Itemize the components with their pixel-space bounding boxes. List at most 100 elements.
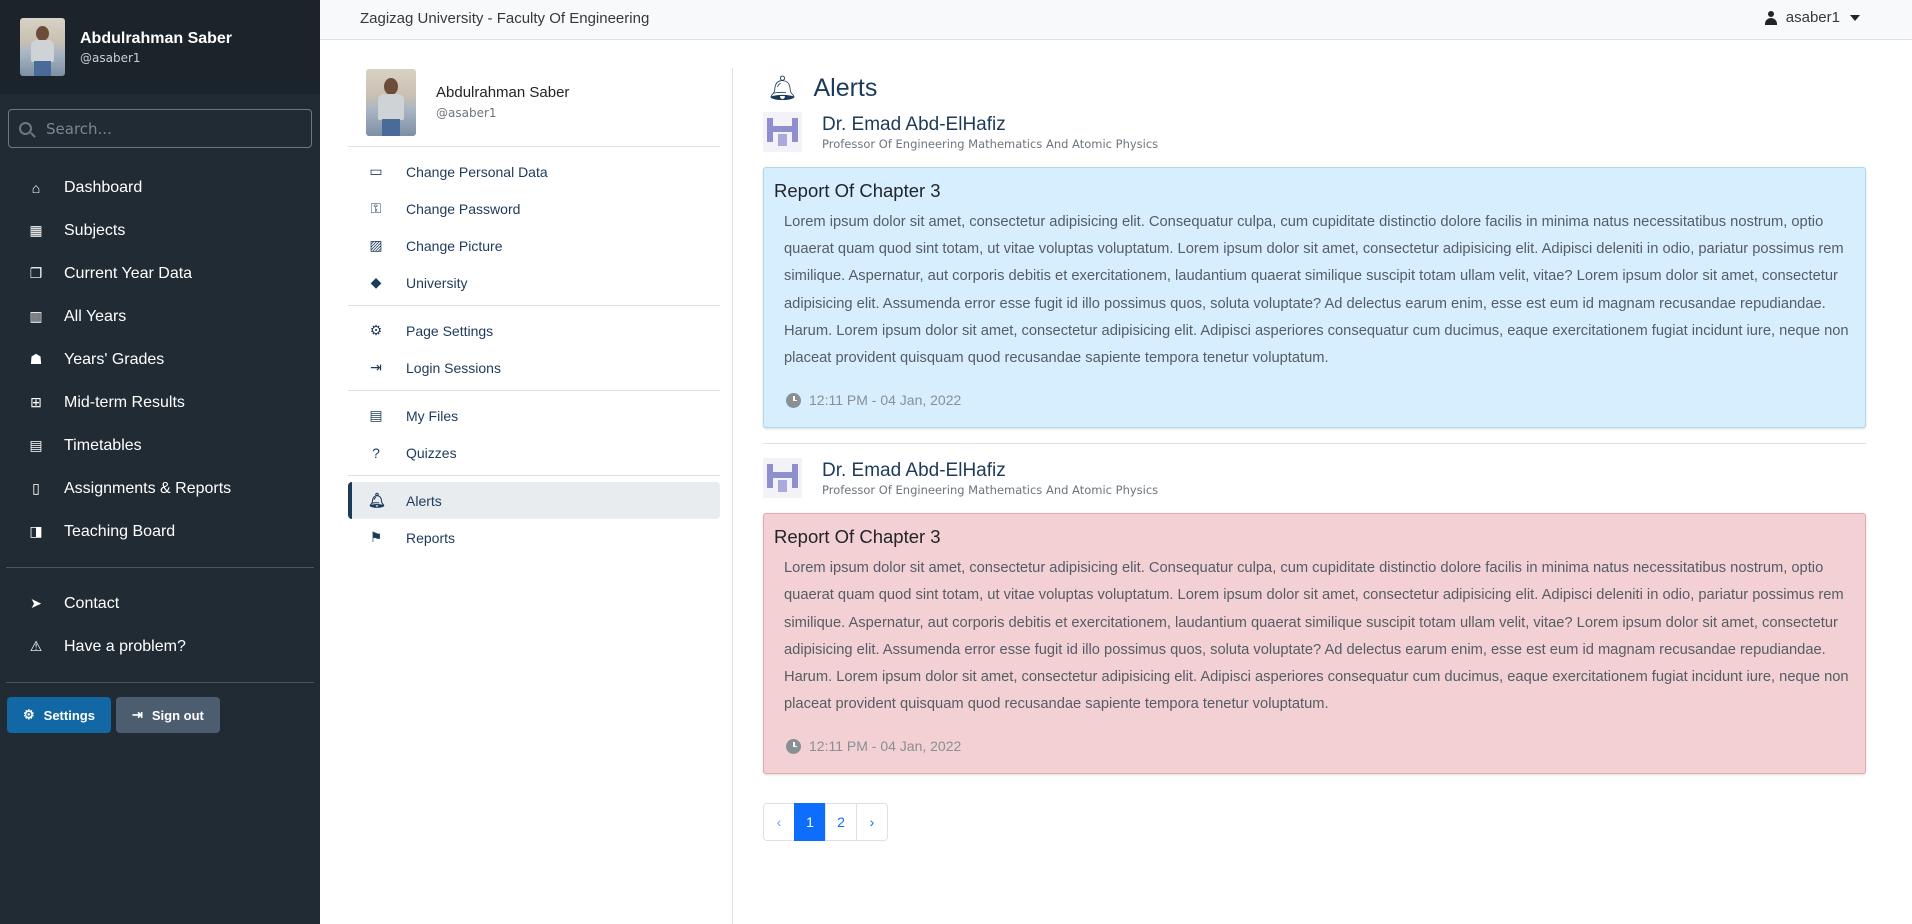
menu-item-change-personal-data[interactable]: ▭ Change Personal Data xyxy=(348,153,720,190)
sign-in-icon: ⇥ xyxy=(370,359,382,375)
sidebar-item-label: Contact xyxy=(64,594,120,612)
alert-card: Report Of Chapter 3 Lorem ipsum dolor si… xyxy=(763,513,1866,775)
sidebar-item-label: Subjects xyxy=(64,221,126,239)
sidebar-item-current-year-data[interactable]: ❐ Current Year Data xyxy=(0,252,320,295)
sidebar-divider xyxy=(6,682,314,683)
graduation-cap-icon: ◆ xyxy=(370,274,382,290)
alert-body: Lorem ipsum dolor sit amet, consectetur … xyxy=(784,214,1849,367)
menu-item-login-sessions[interactable]: ⇥ Login Sessions xyxy=(348,349,720,386)
clock-icon xyxy=(786,392,801,408)
alert-sender: Dr. Emad Abd-ElHafiz Professor Of Engine… xyxy=(763,456,1866,500)
column-divider xyxy=(732,68,733,924)
sender-name[interactable]: Dr. Emad Abd-ElHafiz xyxy=(822,460,1158,482)
sidebar-item-label: Dashboard xyxy=(64,178,143,196)
bell-icon: 🔔︎ xyxy=(767,74,798,102)
university-name: Zagizag University - Faculty Of Engineer… xyxy=(360,10,650,27)
settings-menu: Abdulrahman Saber @asaber1 ▭ Change Perso… xyxy=(348,58,720,560)
sidebar-divider xyxy=(6,567,314,568)
paper-plane-icon: ➤ xyxy=(30,595,42,611)
avatar[interactable] xyxy=(20,18,65,76)
sidebar-secondary-nav: ➤ Contact ⚠ Have a problem? xyxy=(0,582,320,668)
sender-logo xyxy=(763,112,802,152)
menu-item-page-settings[interactable]: ⚙ Page Settings xyxy=(348,312,720,349)
sidebar-item-label: Mid-term Results xyxy=(64,393,185,411)
sidebar-item-all-years[interactable]: ▥ All Years xyxy=(0,295,320,338)
settings-group-files: ▤ My Files ? Quizzes xyxy=(348,391,720,476)
user-icon xyxy=(1764,10,1777,25)
alert-timestamp: 12:11 PM - 04 Jan, 2022 xyxy=(809,392,962,409)
settings-button-label: Settings xyxy=(43,707,95,723)
avatar xyxy=(366,68,416,136)
copy-icon: ❐ xyxy=(29,265,43,281)
menu-item-alerts[interactable]: 🔔︎ Alerts xyxy=(348,482,720,519)
alert-heading: Report Of Chapter 3 xyxy=(774,180,941,201)
settings-user-name: Abdulrahman Saber xyxy=(436,84,570,101)
home-icon: ⌂ xyxy=(31,179,41,196)
sidebar-user: Abdulrahman Saber @asaber1 xyxy=(0,0,320,94)
settings-group-notifications: 🔔︎ Alerts ⚑ Reports xyxy=(348,476,720,560)
sidebar-item-years-grades[interactable]: ☗ Years' Grades xyxy=(0,338,320,381)
menu-item-change-picture[interactable]: ▨ Change Picture xyxy=(348,227,720,264)
building-icon: ▥ xyxy=(29,308,43,324)
chevron-down-icon xyxy=(1850,14,1860,21)
search-input[interactable] xyxy=(46,119,296,138)
top-bar: Zagizag University - Faculty Of Engineer… xyxy=(320,0,1912,40)
sidebar-item-teaching-board[interactable]: ◨ Teaching Board xyxy=(0,510,320,553)
sender-name[interactable]: Dr. Emad Abd-ElHafiz xyxy=(822,114,1158,136)
image-icon: ▨ xyxy=(369,237,383,253)
menu-item-quizzes[interactable]: ? Quizzes xyxy=(348,434,720,471)
warning-icon: ⚠ xyxy=(29,638,43,654)
sidebar-nav: ⌂ Dashboard ▦ Subjects ❐ Current Year Data … xyxy=(0,166,320,553)
sign-out-button[interactable]: ⇥ Sign out xyxy=(115,697,220,733)
pagination-prev[interactable]: ‹ xyxy=(763,803,795,842)
alerts-header: 🔔︎ Alerts xyxy=(763,68,1866,108)
table-icon: ▤ xyxy=(29,437,43,453)
user-menu[interactable]: asaber1 xyxy=(1764,9,1860,26)
sign-out-icon: ⇥ xyxy=(131,707,143,722)
alert-timestamp: 12:11 PM - 04 Jan, 2022 xyxy=(809,738,962,755)
sidebar-item-have-a-problem[interactable]: ⚠ Have a problem? xyxy=(0,625,320,668)
sidebar-user-name: Abdulrahman Saber xyxy=(80,29,233,47)
clock-icon xyxy=(786,738,801,754)
chalkboard-teacher-icon: ◨ xyxy=(29,523,43,539)
alert-time: 12:11 PM - 04 Jan, 2022 xyxy=(774,387,1853,413)
pagination-page-1[interactable]: 1 xyxy=(794,803,826,842)
alert-sender: Dr. Emad Abd-ElHafiz Professor Of Engine… xyxy=(763,110,1866,154)
alert-time: 12:11 PM - 04 Jan, 2022 xyxy=(774,733,1853,759)
menu-item-reports[interactable]: ⚑ Reports xyxy=(348,519,720,556)
settings-button[interactable]: ⚙ Settings xyxy=(7,697,111,733)
sender-logo xyxy=(763,458,802,499)
plus-square-icon: ⊞ xyxy=(30,394,42,410)
search-icon xyxy=(19,122,32,135)
username: asaber1 xyxy=(1785,9,1840,26)
settings-group-page: ⚙ Page Settings ⇥ Login Sessions xyxy=(348,306,720,391)
bell-icon: 🔔︎ xyxy=(368,492,386,508)
file-pdf-icon: ▤ xyxy=(369,407,383,423)
user-graduate-icon: ☗ xyxy=(29,351,43,367)
sidebar-item-contact[interactable]: ➤ Contact xyxy=(0,582,320,625)
menu-item-change-password[interactable]: ⚿ Change Password xyxy=(348,190,720,227)
sender-title: Professor Of Engineering Mathematics And… xyxy=(822,482,1159,497)
sidebar-item-subjects[interactable]: ▦ Subjects xyxy=(0,209,320,252)
pagination-page-2[interactable]: 2 xyxy=(825,803,857,842)
pagination-next[interactable]: › xyxy=(856,803,888,842)
user-lock-icon: ⚿ xyxy=(370,200,382,216)
sidebar-buttons: ⚙ Settings ⇥ Sign out xyxy=(7,697,320,733)
sidebar: Abdulrahman Saber @asaber1 ⌂ Dashboard ▦ S… xyxy=(0,0,320,924)
alert-body: Lorem ipsum dolor sit amet, consectetur … xyxy=(784,560,1849,713)
alerts-panel: 🔔︎ Alerts Dr. Emad Abd-ElHafiz Professor… xyxy=(763,68,1866,842)
alert-divider xyxy=(763,443,1866,445)
sign-out-button-label: Sign out xyxy=(151,707,204,723)
sidebar-item-mid-term-results[interactable]: ⊞ Mid-term Results xyxy=(0,381,320,424)
calculator-icon: ▦ xyxy=(29,222,43,238)
menu-item-my-files[interactable]: ▤ My Files xyxy=(348,397,720,434)
id-card-icon: ▭ xyxy=(369,163,383,179)
menu-item-university[interactable]: ◆ University xyxy=(348,264,720,301)
settings-user: Abdulrahman Saber @asaber1 xyxy=(348,58,720,147)
sidebar-item-timetables[interactable]: ▤ Timetables xyxy=(0,424,320,467)
cogs-icon: ⚙ xyxy=(369,322,383,338)
gear-icon: ⚙ xyxy=(23,707,35,722)
sidebar-item-dashboard[interactable]: ⌂ Dashboard xyxy=(0,166,320,209)
sidebar-item-label: Years' Grades xyxy=(64,350,165,368)
sidebar-item-assignments-reports[interactable]: ▯ Assignments & Reports xyxy=(0,467,320,510)
